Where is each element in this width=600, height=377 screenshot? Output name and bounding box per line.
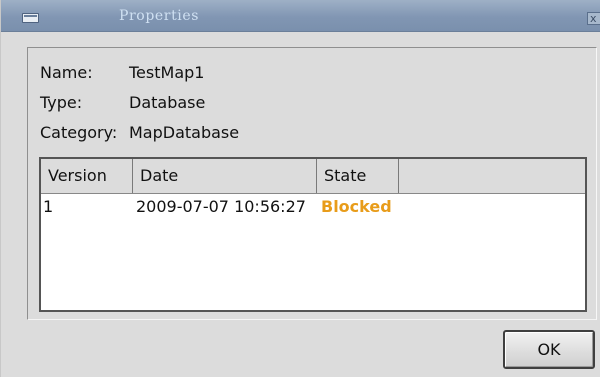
title-bar[interactable]: Properties x (1, 0, 600, 32)
column-header-empty[interactable] (399, 159, 585, 193)
name-label: Name: (40, 63, 93, 82)
row-date: 2009-07-07 10:56:27 (136, 197, 306, 216)
column-header-version[interactable]: Version (41, 159, 133, 193)
name-value: TestMap1 (129, 63, 205, 82)
window-title: Properties (119, 8, 200, 24)
close-icon[interactable]: x (587, 12, 600, 25)
type-value: Database (129, 93, 206, 112)
column-header-state[interactable]: State (317, 159, 399, 193)
ok-button[interactable]: OK (503, 330, 595, 369)
table-header: Version Date State (41, 159, 585, 194)
type-label: Type: (40, 93, 83, 112)
window-menu-icon[interactable] (22, 13, 39, 23)
properties-dialog: Properties x Name: TestMap1 Type: Databa… (0, 0, 600, 377)
category-value: MapDatabase (129, 123, 240, 142)
row-state-badge: Blocked (321, 197, 392, 216)
column-header-date[interactable]: Date (133, 159, 317, 193)
category-label: Category: (40, 123, 118, 142)
row-version: 1 (43, 197, 54, 216)
version-table[interactable]: Version Date State 1 2009-07-07 10:56:27… (39, 157, 587, 312)
